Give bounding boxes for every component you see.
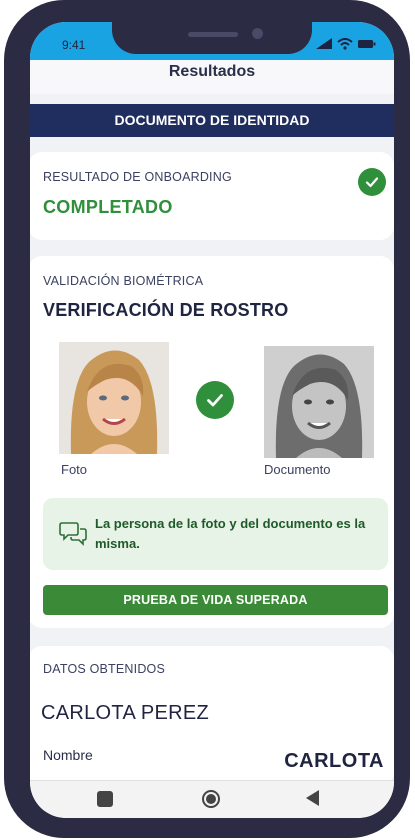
data-obtained-label: DATOS OBTENIDOS (43, 662, 166, 676)
status-icons (316, 38, 376, 50)
notch (112, 22, 312, 54)
match-message-box: La persona de la foto y del documento es… (43, 498, 388, 570)
onboarding-card: RESULTADO DE ONBOARDING COMPLETADO (30, 152, 394, 240)
onboarding-label: RESULTADO DE ONBOARDING (43, 170, 232, 184)
field-label: Nombre (43, 747, 93, 763)
biometric-card: VALIDACIÓN BIOMÉTRICA VERIFICACIÓN DE RO… (30, 256, 394, 628)
check-circle-icon (358, 168, 386, 196)
power-button (402, 192, 410, 284)
status-time: 9:41 (62, 38, 86, 52)
volume-up-button (4, 175, 12, 235)
onboarding-status: COMPLETADO (43, 197, 173, 217)
status-bar: 9:41 (30, 22, 394, 60)
data-card: DATOS OBTENIDOS CARLOTA PEREZ Nombre CAR… (30, 646, 394, 786)
phone-frame: 9:41 Resultados DOCUMENTO DE IDENTIDAD R… (4, 0, 410, 838)
speaker (188, 32, 238, 37)
front-camera (252, 28, 263, 39)
full-name: CARLOTA PEREZ (41, 702, 210, 724)
match-check-icon (196, 381, 234, 419)
header: Resultados (30, 60, 394, 94)
photo-caption: Foto (61, 462, 88, 477)
square-recents-icon[interactable] (97, 791, 113, 807)
signal-icon (316, 38, 332, 49)
document-banner[interactable]: DOCUMENTO DE IDENTIDAD (30, 104, 394, 137)
mute-switch (4, 112, 12, 146)
circle-home-icon[interactable] (202, 790, 220, 808)
liveness-passed-button[interactable]: PRUEBA DE VIDA SUPERADA (43, 585, 388, 615)
match-message: La persona de la foto y del documento es… (95, 516, 366, 551)
face-verification-title: VERIFICACIÓN DE ROSTRO (43, 300, 289, 320)
screen: 9:41 Resultados DOCUMENTO DE IDENTIDAD R… (30, 22, 394, 818)
document-photo (264, 346, 374, 458)
page-title: Resultados (168, 63, 256, 80)
wifi-icon (337, 38, 353, 50)
chat-bubbles-icon (59, 520, 87, 551)
android-nav-bar (30, 780, 394, 818)
battery-icon (358, 40, 376, 48)
selfie-photo (59, 342, 169, 454)
document-caption: Documento (264, 462, 331, 477)
field-value: CARLOTA (284, 750, 384, 772)
biometric-label: VALIDACIÓN BIOMÉTRICA (43, 274, 204, 288)
volume-down-button (4, 250, 12, 310)
triangle-back-icon[interactable] (306, 790, 319, 806)
